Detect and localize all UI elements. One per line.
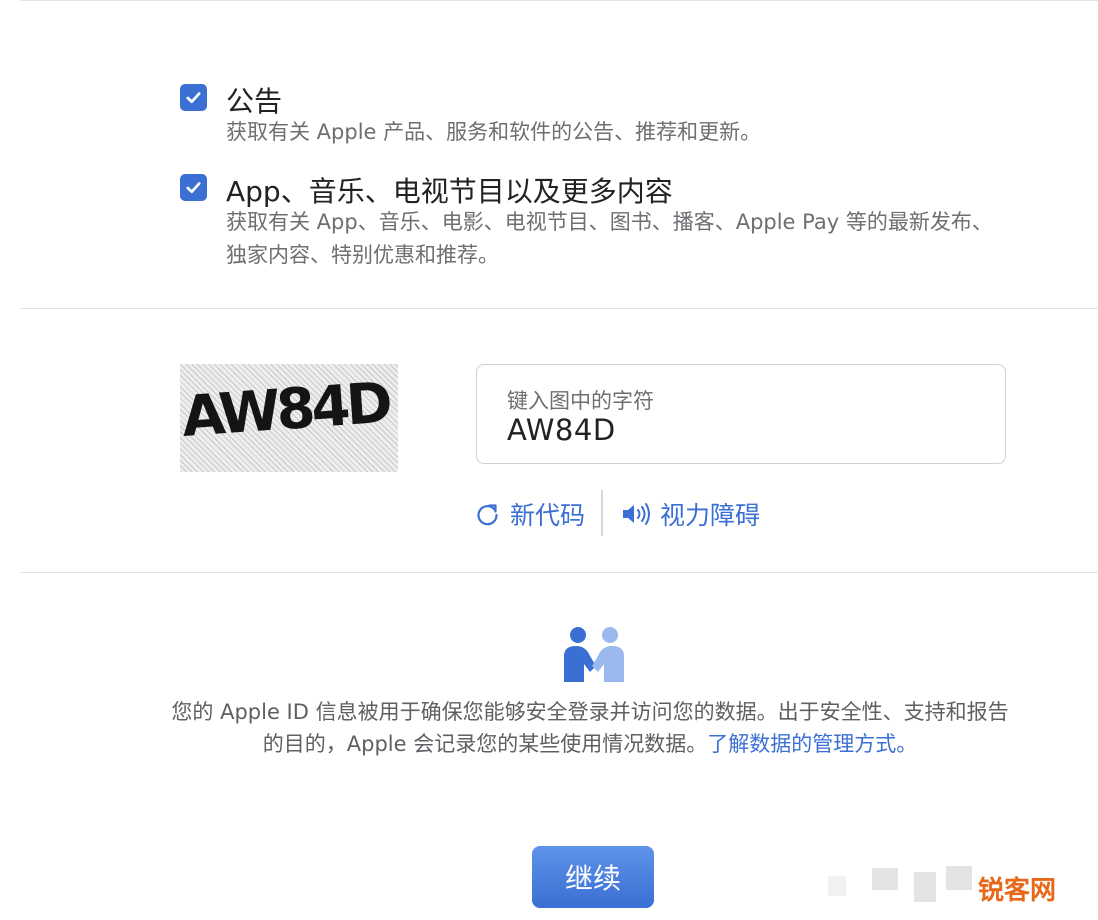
captcha-actions-divider xyxy=(601,490,603,536)
new-code-label: 新代码 xyxy=(510,501,586,530)
watermark-logo: 锐客网 xyxy=(978,876,1057,906)
checkmark-icon xyxy=(186,92,201,104)
captcha-field-value[interactable]: AW84D xyxy=(507,413,616,447)
announcements-option[interactable]: 公告 获取有关 Apple 产品、服务和软件的公告、推荐和更新。 xyxy=(180,84,1040,154)
captcha-field-label: 键入图中的字符 xyxy=(507,389,654,413)
privacy-notice: 您的 Apple ID 信息被用于确保您能够安全登录并访问您的数据。出于安全性、… xyxy=(170,696,1010,760)
section-divider xyxy=(20,572,1098,573)
announcements-checkbox[interactable] xyxy=(180,84,207,111)
section-divider xyxy=(20,308,1098,309)
captcha-image: AW84D xyxy=(180,364,398,472)
media-title: App、音乐、电视节目以及更多内容 xyxy=(226,175,673,208)
continue-button[interactable]: 继续 xyxy=(532,846,654,908)
media-checkbox[interactable] xyxy=(180,174,207,201)
captcha-text: AW84D xyxy=(180,371,392,450)
vision-impaired-button[interactable]: 视力障碍 xyxy=(620,496,760,532)
top-divider xyxy=(20,0,1098,1)
media-option[interactable]: App、音乐、电视节目以及更多内容 获取有关 App、音乐、电影、电视节目、图书… xyxy=(180,174,1040,274)
announcements-description: 获取有关 Apple 产品、服务和软件的公告、推荐和更新。 xyxy=(226,120,762,144)
announcements-title: 公告 xyxy=(226,85,283,118)
data-management-link[interactable]: 了解数据的管理方式。 xyxy=(707,732,917,756)
captcha-input[interactable]: 键入图中的字符 AW84D xyxy=(476,364,1006,464)
signup-page: 公告 获取有关 Apple 产品、服务和软件的公告、推荐和更新。 App、音乐、… xyxy=(0,0,1098,920)
new-code-button[interactable]: 新代码 xyxy=(474,496,585,532)
site-watermark: 锐客网 xyxy=(828,866,1098,908)
refresh-icon xyxy=(477,504,498,526)
speaker-icon xyxy=(623,503,650,525)
checkmark-icon xyxy=(186,182,201,194)
captcha-glyphs: AW84D xyxy=(180,371,392,450)
vision-impaired-label: 视力障碍 xyxy=(660,501,761,530)
media-description: 获取有关 App、音乐、电影、电视节目、图书、播客、Apple Pay 等的最新… xyxy=(226,210,993,267)
handshake-people-icon xyxy=(564,627,624,682)
